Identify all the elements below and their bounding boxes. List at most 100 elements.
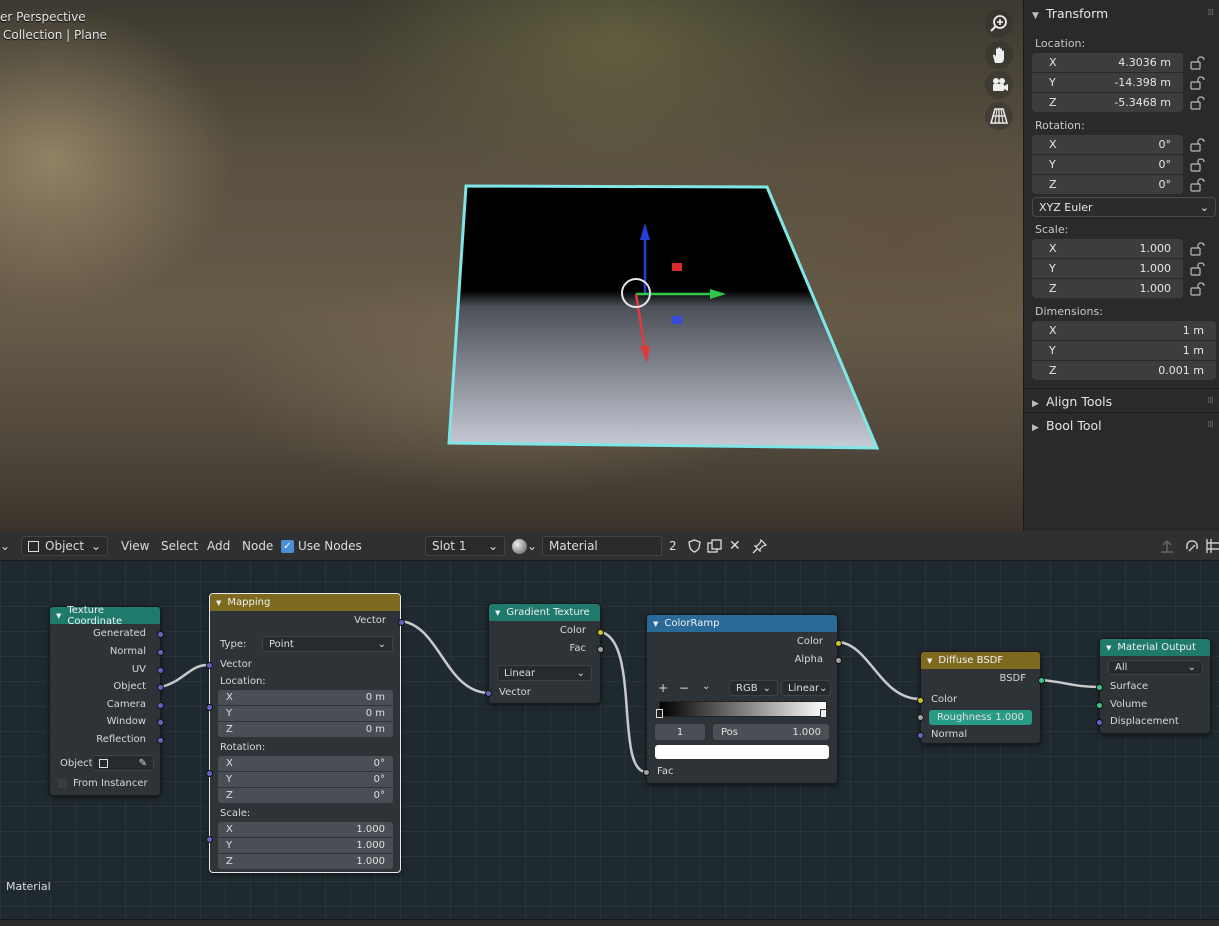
socket[interactable] — [917, 714, 924, 721]
diffuse-bsdf-node[interactable]: ▼ Diffuse BSDF BSDF Color Roughness 1.000 … — [917, 651, 1045, 744]
socket[interactable] — [1096, 684, 1103, 691]
mapping-node[interactable]: ▼ Mapping Vector Type: Point ⌄ Vector Loca… — [206, 593, 405, 873]
camera-icon[interactable] — [985, 71, 1013, 99]
material-name-field[interactable]: Material — [542, 536, 662, 556]
lock-icon[interactable] — [1189, 56, 1205, 70]
viewport-scene[interactable] — [0, 0, 1023, 531]
socket[interactable] — [157, 649, 164, 656]
socket[interactable] — [157, 702, 164, 709]
socket[interactable] — [1038, 677, 1045, 684]
lock-icon[interactable] — [1189, 76, 1205, 90]
grid-snap-icon[interactable] — [1206, 536, 1219, 556]
color-stop-handle[interactable] — [820, 709, 827, 718]
perspective-grid-icon[interactable] — [985, 102, 1013, 130]
scale-z-field[interactable]: Z 1.000 — [218, 854, 393, 869]
lock-icon[interactable] — [1189, 138, 1205, 152]
remove-stop-button[interactable]: − — [679, 681, 689, 695]
socket[interactable] — [157, 684, 164, 691]
stop-color-swatch[interactable] — [655, 745, 829, 759]
menu-view[interactable]: View — [121, 536, 149, 556]
transform-section-header[interactable]: ▼ Transform — [1032, 6, 1108, 21]
socket[interactable] — [643, 769, 650, 776]
lock-icon[interactable] — [1189, 282, 1205, 296]
socket[interactable] — [157, 667, 164, 674]
shader-node-editor[interactable]: ⌄ Object ⌄ View Select Add Node ✓ Use Node… — [0, 531, 1219, 926]
menu-add[interactable]: Add — [207, 536, 230, 556]
scale-x-field[interactable]: X 1.000 — [218, 822, 393, 837]
shader-type-dropdown[interactable]: Object ⌄ — [21, 536, 108, 556]
drag-grip-icon[interactable]: ⁞⁞⁞ — [1207, 8, 1214, 18]
node-header[interactable]: ▼ Material Output — [1100, 639, 1210, 656]
rotation-mode-dropdown[interactable]: XYZ Euler ⌄ — [1032, 197, 1216, 217]
node-header[interactable]: ▼ Texture Coordinate — [50, 605, 160, 627]
rotation-x-field[interactable]: X 0° — [218, 756, 393, 771]
scale-x-field[interactable]: X 1.000 — [1032, 239, 1183, 258]
menu-select[interactable]: Select — [161, 536, 198, 556]
3d-viewport[interactable]: er Perspective Collection | Plane — [0, 0, 1023, 531]
location-z-field[interactable]: Z0 m — [218, 722, 393, 737]
socket[interactable] — [157, 631, 164, 638]
stop-position-field[interactable]: Pos 1.000 — [713, 724, 829, 740]
socket[interactable] — [206, 836, 213, 843]
lock-icon[interactable] — [1189, 178, 1205, 192]
socket[interactable] — [1096, 702, 1103, 709]
scale-y-field[interactable]: Y 1.000 — [218, 838, 393, 853]
location-y-field[interactable]: Y0 m — [218, 706, 393, 721]
color-mode-dropdown[interactable]: RGB ⌄ — [729, 680, 778, 696]
editor-type-dropdown[interactable]: ⌄ — [0, 536, 10, 556]
location-z-field[interactable]: Z -5.3468 m — [1032, 93, 1183, 112]
dimensions-z-field[interactable]: Z 0.001 m — [1032, 361, 1216, 380]
socket[interactable] — [206, 704, 213, 711]
interpolation-dropdown[interactable]: Linear ⌄ — [781, 680, 831, 696]
from-instancer-checkbox[interactable]: From Instancer — [58, 778, 148, 789]
socket[interactable] — [917, 697, 924, 704]
node-header[interactable]: ▼ Mapping — [210, 594, 400, 611]
menu-node[interactable]: Node — [242, 536, 273, 556]
socket[interactable] — [917, 732, 924, 739]
socket[interactable] — [1096, 719, 1103, 726]
rotation-z-field[interactable]: Z 0° — [1032, 175, 1183, 194]
gradient-texture-node[interactable]: ▼ Gradient Texture Color Fac Linear ⌄ Vect… — [485, 603, 604, 704]
eyedropper-icon[interactable]: ✎ — [139, 758, 147, 769]
node-header[interactable]: ▼ Gradient Texture — [489, 604, 600, 621]
location-y-field[interactable]: Y -14.398 m — [1032, 73, 1183, 92]
unlink-material-close-icon[interactable]: ✕ — [729, 536, 741, 556]
ramp-options-chevron-icon[interactable]: ⌄ — [702, 681, 710, 692]
lock-icon[interactable] — [1189, 262, 1205, 276]
dimensions-y-field[interactable]: Y1 m — [1032, 341, 1216, 360]
socket[interactable] — [835, 657, 842, 664]
rotation-z-field[interactable]: Z 0° — [218, 788, 393, 803]
duplicate-material-icon[interactable] — [707, 536, 722, 556]
drag-grip-icon[interactable]: ⁞⁞⁞ — [1207, 420, 1214, 430]
socket[interactable] — [206, 770, 213, 777]
roughness-slider[interactable]: Roughness 1.000 — [929, 710, 1032, 725]
drag-grip-icon[interactable]: ⁞⁞⁞ — [1207, 396, 1214, 406]
add-stop-button[interactable]: + — [658, 681, 668, 695]
scale-z-field[interactable]: Z 1.000 — [1032, 279, 1183, 298]
rotation-x-field[interactable]: X 0° — [1032, 135, 1183, 154]
node-header[interactable]: ▼ Diffuse BSDF — [921, 652, 1040, 669]
gradient-type-dropdown[interactable]: Linear ⌄ — [497, 665, 592, 681]
color-ramp-gradient-bar[interactable] — [659, 701, 827, 717]
material-user-count[interactable]: 2 — [669, 536, 677, 556]
socket[interactable] — [597, 629, 604, 636]
socket[interactable] — [398, 619, 405, 626]
bool-tool-section-header[interactable]: ▶ Bool Tool — [1032, 418, 1102, 433]
lock-icon[interactable] — [1189, 242, 1205, 256]
socket[interactable] — [157, 737, 164, 744]
use-nodes-checkbox[interactable]: ✓ Use Nodes — [281, 536, 362, 556]
color-stop-handle[interactable] — [656, 709, 663, 718]
material-output-node[interactable]: ▼ Material Output All ⌄ Surface Volume Dis… — [1096, 638, 1211, 734]
material-slot-dropdown[interactable]: Slot 1 ⌄ — [425, 536, 505, 556]
socket[interactable] — [206, 662, 213, 669]
material-browse-icon[interactable]: ⌄ — [512, 536, 537, 556]
location-x-field[interactable]: X0 m — [218, 690, 393, 705]
align-tools-section-header[interactable]: ▶ Align Tools — [1032, 394, 1112, 409]
fake-user-shield-icon[interactable] — [688, 536, 701, 556]
zoom-icon[interactable] — [985, 10, 1013, 38]
texture-coordinate-node[interactable]: ▼ Texture Coordinate Generated Normal UV … — [49, 605, 164, 796]
lock-icon[interactable] — [1189, 158, 1205, 172]
active-stop-index-field[interactable]: 1 — [655, 724, 705, 740]
mapping-type-dropdown[interactable]: Point ⌄ — [262, 636, 393, 652]
location-x-field[interactable]: X 4.3036 m — [1032, 53, 1183, 72]
